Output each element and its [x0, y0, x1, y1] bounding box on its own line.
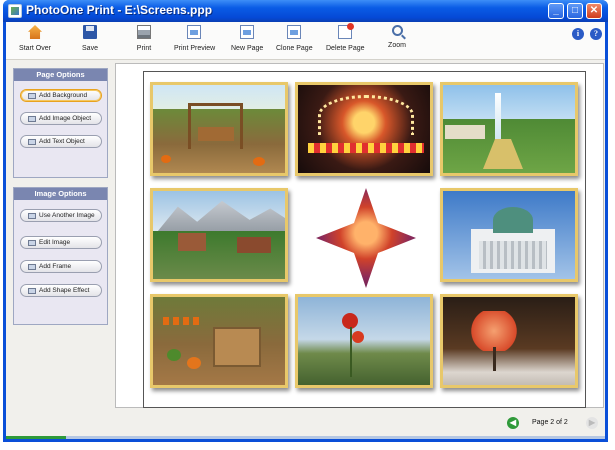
print-preview-label: Print Preview: [174, 45, 216, 52]
frame-icon: [28, 264, 36, 270]
start-over-button[interactable]: Start Over: [18, 25, 52, 59]
page-options-title: Page Options: [14, 69, 107, 81]
mountain-village-photo[interactable]: [150, 188, 288, 282]
clone-page-button[interactable]: Clone Page: [276, 25, 313, 59]
start-over-label: Start Over: [19, 45, 51, 52]
add-shape-effect-label: Add Shape Effect: [39, 287, 90, 294]
autumn-tree-photo[interactable]: [440, 294, 578, 388]
domed-cathedral-photo[interactable]: [440, 188, 578, 282]
print-preview-button[interactable]: Print Preview: [174, 25, 216, 59]
print-preview-icon: [187, 25, 201, 39]
home-icon: [28, 25, 42, 39]
toolbar: Start Over Save Print Print Preview New …: [6, 22, 605, 60]
edit-image-label: Edit Image: [39, 239, 71, 246]
status-bar: ◀ Page 2 of 2 ▶: [6, 412, 605, 439]
add-background-label: Add Background: [39, 92, 88, 99]
pumpkin-patch-photo[interactable]: [150, 294, 288, 388]
delete-page-label: Delete Page: [326, 45, 365, 52]
diamond-shaped-statue-photo[interactable]: [316, 188, 416, 288]
progress-bar: [6, 436, 605, 439]
clone-page-icon: [287, 25, 301, 39]
image-options-panel: Image Options Use Another Image Edit Ima…: [13, 187, 108, 325]
add-text-object-button[interactable]: Add Text Object: [20, 135, 102, 148]
app-icon[interactable]: [8, 4, 22, 18]
shape-effect-icon: [28, 288, 36, 294]
use-another-image-button[interactable]: Use Another Image: [20, 209, 102, 222]
image-object-icon: [28, 116, 36, 122]
client-area: Start Over Save Print Print Preview New …: [6, 22, 605, 439]
page-options-panel: Page Options Add Background Add Image Ob…: [13, 68, 108, 178]
garden-swing-photo[interactable]: [150, 82, 288, 176]
help-button[interactable]: ?: [590, 28, 602, 40]
add-frame-label: Add Frame: [39, 263, 72, 270]
delete-page-button[interactable]: Delete Page: [326, 23, 365, 59]
red-flowers-photo[interactable]: [295, 294, 433, 388]
title-bar[interactable]: PhotoOne Print - E:\Screens.ppp _ □ ✕: [3, 0, 608, 22]
add-frame-button[interactable]: Add Frame: [20, 260, 102, 273]
previous-page-button[interactable]: ◀: [507, 417, 519, 429]
info-button[interactable]: i: [572, 28, 584, 40]
new-page-button[interactable]: New Page: [231, 25, 263, 59]
edit-image-icon: [28, 240, 36, 246]
print-page[interactable]: [143, 71, 586, 408]
canvas-area[interactable]: [115, 63, 604, 408]
print-button[interactable]: Print: [133, 25, 155, 59]
new-page-icon: [240, 25, 254, 39]
add-image-object-button[interactable]: Add Image Object: [20, 112, 102, 125]
zoom-button[interactable]: Zoom: [386, 25, 408, 59]
app-window: PhotoOne Print - E:\Screens.ppp _ □ ✕ St…: [3, 0, 608, 442]
clone-page-label: Clone Page: [276, 45, 313, 52]
background-icon: [28, 93, 36, 99]
print-label: Print: [136, 45, 152, 52]
text-object-icon: [28, 139, 36, 145]
floppy-icon: [83, 25, 97, 39]
add-shape-effect-button[interactable]: Add Shape Effect: [20, 284, 102, 297]
another-image-icon: [28, 213, 36, 219]
add-background-button[interactable]: Add Background: [20, 89, 102, 102]
zoom-icon: [391, 25, 403, 36]
add-image-object-label: Add Image Object: [39, 115, 92, 122]
edit-image-button[interactable]: Edit Image: [20, 236, 102, 249]
save-label: Save: [82, 45, 98, 52]
carnival-ride-photo[interactable]: [295, 82, 433, 176]
next-page-button[interactable]: ▶: [586, 417, 598, 429]
delete-page-icon: [338, 23, 354, 39]
use-another-image-label: Use Another Image: [39, 212, 95, 219]
printer-icon: [137, 25, 151, 39]
image-options-title: Image Options: [14, 188, 107, 200]
minimize-button[interactable]: _: [548, 3, 564, 19]
save-button[interactable]: Save: [78, 25, 102, 59]
page-indicator: Page 2 of 2: [532, 419, 568, 426]
new-page-label: New Page: [231, 45, 264, 52]
zoom-label: Zoom: [388, 42, 406, 49]
close-button[interactable]: ✕: [586, 3, 602, 19]
window-title: PhotoOne Print - E:\Screens.ppp: [26, 3, 213, 17]
add-text-object-label: Add Text Object: [39, 138, 85, 145]
fountain-palace-photo[interactable]: [440, 82, 578, 176]
maximize-button[interactable]: □: [567, 3, 583, 19]
progress-fill: [6, 436, 66, 439]
